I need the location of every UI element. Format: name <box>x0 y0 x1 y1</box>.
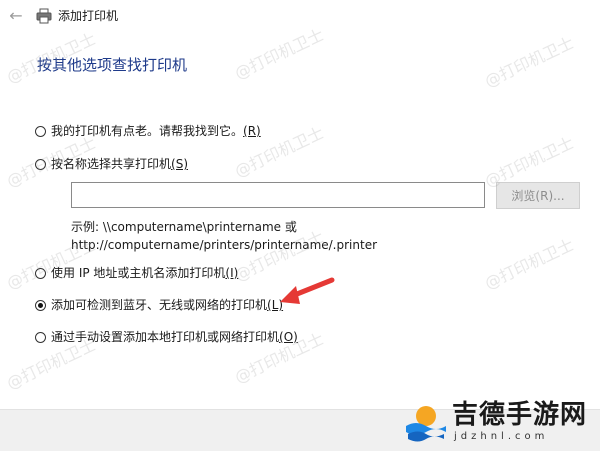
page-title: 按其他选项查找打印机 <box>37 56 188 74</box>
radio-bluetooth-wireless[interactable] <box>35 299 46 311</box>
logo-name: 吉德手游网 <box>452 400 588 430</box>
option-label: 按名称选择共享打印机(S) <box>51 157 188 171</box>
radio-old-printer[interactable] <box>35 125 46 137</box>
shared-printer-input[interactable] <box>71 182 485 208</box>
example-line-1: 示例: \\computername\printername 或 <box>71 220 297 234</box>
radio-manual-setup[interactable] <box>35 331 46 343</box>
window-title: 添加打印机 <box>58 9 119 23</box>
printer-icon <box>36 8 52 24</box>
logo-url: jdzhnl.com <box>454 431 549 442</box>
example-text: 示例: \\computername\printername 或 http://… <box>71 218 377 254</box>
option-bluetooth-wireless[interactable]: 添加可检测到蓝牙、无线或网络的打印机(L) <box>35 296 283 314</box>
option-label: 添加可检测到蓝牙、无线或网络的打印机(L) <box>51 298 284 312</box>
radio-ip-address[interactable] <box>35 267 46 279</box>
option-shared-printer[interactable]: 按名称选择共享打印机(S) <box>35 155 188 173</box>
title-bar: ← 添加打印机 <box>0 0 600 34</box>
option-label: 使用 IP 地址或主机名添加打印机(I) <box>51 266 239 280</box>
option-label: 我的打印机有点老。请帮我找到它。(R) <box>51 124 261 138</box>
watermark-text: @打印机卫士 <box>481 33 577 91</box>
site-logo: 吉德手游网 jdzhnl.com <box>404 398 596 448</box>
logo-mark-icon <box>406 406 446 442</box>
browse-button[interactable]: 浏览(R)... <box>496 182 580 209</box>
example-line-2: http://computername/printers/printername… <box>71 238 378 252</box>
option-ip-address[interactable]: 使用 IP 地址或主机名添加打印机(I) <box>35 264 238 282</box>
option-manual-setup[interactable]: 通过手动设置添加本地打印机或网络打印机(O) <box>35 328 298 346</box>
back-arrow-icon[interactable]: ← <box>6 6 26 26</box>
radio-shared-printer[interactable] <box>35 158 46 170</box>
red-arrow-icon <box>280 277 335 304</box>
option-label: 通过手动设置添加本地打印机或网络打印机(O) <box>51 330 298 344</box>
option-old-printer[interactable]: 我的打印机有点老。请帮我找到它。(R) <box>35 122 261 140</box>
watermark-text: @打印机卫士 <box>481 235 577 293</box>
